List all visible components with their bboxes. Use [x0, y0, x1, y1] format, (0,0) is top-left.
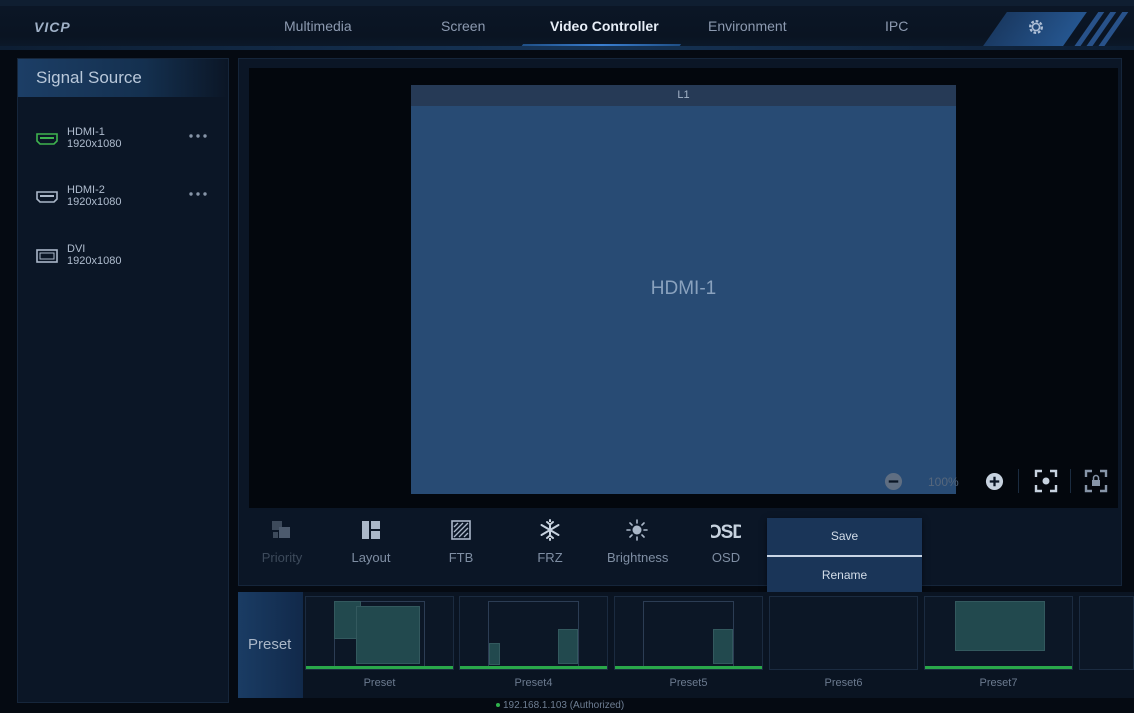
save-menu-item[interactable]: Save	[767, 518, 922, 555]
brightness-icon	[626, 519, 648, 541]
panel-title: Signal Source	[18, 59, 228, 97]
dvi-icon	[36, 249, 58, 263]
ftb-icon	[451, 520, 471, 540]
freeze-label: FRZ	[537, 550, 563, 565]
ftb-button[interactable]: FTB	[431, 518, 491, 568]
preset-name: Preset7	[979, 677, 1018, 689]
hdmi-icon	[36, 191, 58, 203]
preset-tab[interactable]: Preset	[238, 592, 303, 698]
tab-multimedia[interactable]: Multimedia	[284, 18, 352, 34]
preset-active-bar	[925, 666, 1072, 669]
layer-window[interactable]: HDMI-1	[411, 106, 956, 494]
source-resolution: 1920x1080	[67, 196, 122, 208]
source-item-hdmi-2[interactable]: HDMI-2 1920x1080	[18, 180, 228, 220]
zoom-in-icon[interactable]	[985, 472, 1004, 491]
preset-card[interactable]	[769, 596, 918, 670]
source-name: HDMI-1	[67, 126, 105, 138]
layout-label: Layout	[351, 550, 391, 565]
connection-status: 192.168.1.103 (Authorized)	[496, 700, 624, 711]
divider	[1018, 469, 1019, 493]
zoom-out-icon[interactable]	[884, 472, 903, 491]
preset-card[interactable]	[305, 596, 454, 670]
brightness-button[interactable]: Brightness	[607, 518, 669, 568]
layout-button[interactable]: Layout	[341, 518, 401, 568]
preset-name: Preset6	[824, 677, 863, 689]
priority-button[interactable]: Priority	[252, 518, 312, 568]
tab-ipc[interactable]: IPC	[885, 18, 908, 34]
preset-card[interactable]	[614, 596, 763, 670]
status-text: 192.168.1.103 (Authorized)	[503, 700, 625, 711]
source-resolution: 1920x1080	[67, 255, 122, 267]
preset-name: Preset5	[669, 677, 708, 689]
tab-video-controller[interactable]: Video Controller	[550, 18, 659, 34]
preset-active-bar	[460, 666, 607, 669]
preset-thumb-window	[356, 606, 420, 664]
app-logo: VICP	[34, 19, 71, 35]
preset-context-menu: Save Rename	[767, 518, 922, 595]
preset-thumb-window	[955, 601, 1045, 651]
tab-screen[interactable]: Screen	[441, 18, 485, 34]
priority-label: Priority	[261, 550, 303, 565]
top-nav-bar: VICP Multimedia Screen Video Controller …	[0, 0, 1134, 50]
brightness-label: Brightness	[607, 550, 669, 565]
priority-icon	[272, 521, 290, 538]
source-resolution: 1920x1080	[67, 138, 122, 150]
preset-active-bar	[306, 666, 453, 669]
source-item-hdmi-1[interactable]: HDMI-1 1920x1080	[18, 122, 228, 162]
source-item-dvi[interactable]: DVI 1920x1080	[18, 239, 228, 279]
tab-environment[interactable]: Environment	[708, 18, 787, 34]
more-icon[interactable]	[188, 191, 208, 197]
preset-name: Preset	[363, 677, 396, 689]
preset-card[interactable]	[459, 596, 608, 670]
preset-thumb-window	[713, 629, 733, 664]
osd-label: OSD	[711, 550, 741, 565]
preset-name: Preset4	[514, 677, 553, 689]
source-name: HDMI-2	[67, 184, 105, 196]
preset-thumb-window	[489, 643, 500, 665]
preset-active-bar	[615, 666, 762, 669]
gear-icon[interactable]	[1027, 18, 1045, 36]
ftb-label: FTB	[448, 550, 474, 565]
layer-header[interactable]: L1	[411, 85, 956, 106]
osd-icon: OSD	[711, 522, 741, 542]
active-tab-indicator	[518, 44, 682, 50]
fit-screen-icon[interactable]	[1033, 468, 1059, 494]
status-dot	[496, 703, 500, 708]
signal-source-panel: Signal Source HDMI-1 1920x1080 HDMI-2 19…	[17, 58, 229, 703]
snowflake-icon	[540, 519, 560, 541]
zoom-level: 100%	[928, 475, 959, 489]
more-icon[interactable]	[188, 133, 208, 139]
layout-icon	[362, 521, 380, 539]
hdmi-icon	[36, 133, 58, 145]
preset-card[interactable]	[1079, 596, 1134, 670]
preset-card[interactable]	[924, 596, 1073, 670]
lock-ratio-icon[interactable]	[1083, 468, 1109, 494]
source-name: DVI	[67, 243, 86, 255]
freeze-button[interactable]: FRZ	[520, 518, 580, 568]
layer-source-label: HDMI-1	[650, 278, 717, 299]
rename-menu-item[interactable]: Rename	[767, 557, 922, 594]
divider	[1070, 469, 1071, 493]
osd-button[interactable]: OSD OSD	[696, 518, 756, 568]
svg-text:OSD: OSD	[711, 522, 741, 542]
preset-thumb-window	[558, 629, 578, 664]
